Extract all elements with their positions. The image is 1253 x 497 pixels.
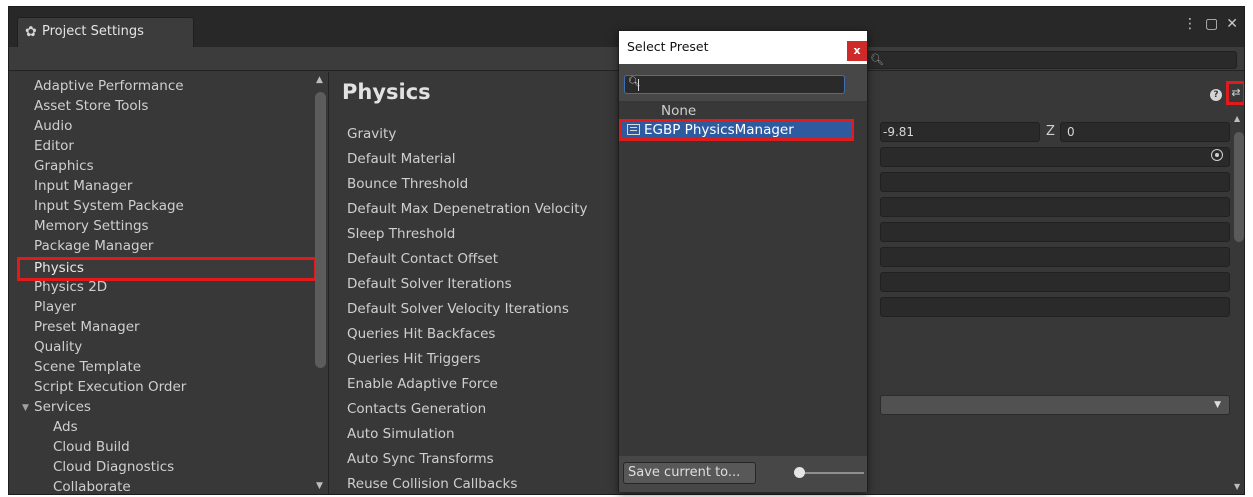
contacts-generation-dropdown[interactable]: ▼ xyxy=(880,395,1230,415)
gravity-y-field[interactable]: -9.81 xyxy=(880,122,1040,142)
property-label: Gravity xyxy=(347,126,397,142)
property-label: Auto Simulation xyxy=(347,426,455,442)
preset-search-input[interactable]: 🔍︎ xyxy=(624,75,845,94)
property-label: Queries Hit Triggers xyxy=(347,351,481,367)
property-label: Default Solver Velocity Iterations xyxy=(347,301,569,317)
icon-size-slider-handle[interactable] xyxy=(794,467,805,478)
settings-sidebar: Adaptive Performance Asset Store Tools A… xyxy=(9,72,329,494)
preset-list: None EGBP PhysicsManager xyxy=(619,101,867,456)
sidebar-item-adaptive-performance[interactable]: Adaptive Performance xyxy=(34,76,184,96)
max-depenetration-velocity-field[interactable] xyxy=(880,197,1230,217)
panel-scrollbar-thumb[interactable] xyxy=(1234,132,1244,242)
property-label: Default Material xyxy=(347,151,456,167)
property-label: Contacts Generation xyxy=(347,401,487,417)
maximize-icon[interactable]: ▢ xyxy=(1205,16,1218,32)
text-caret xyxy=(638,79,639,91)
sidebar-item-physics-2d[interactable]: Physics 2D xyxy=(34,277,107,297)
sidebar-item-quality[interactable]: Quality xyxy=(34,337,82,357)
property-label: Sleep Threshold xyxy=(347,226,456,242)
sidebar-item-physics[interactable]: Physics xyxy=(34,258,84,278)
property-label: Default Solver Iterations xyxy=(347,276,512,292)
sidebar-scrollbar-thumb[interactable] xyxy=(315,92,326,368)
sidebar-item-scene-template[interactable]: Scene Template xyxy=(34,357,141,377)
scroll-up-arrow-icon[interactable]: ▲ xyxy=(1234,114,1240,123)
gear-icon: ✿ xyxy=(25,24,37,40)
sidebar-item-graphics[interactable]: Graphics xyxy=(34,156,94,176)
solver-iterations-field[interactable] xyxy=(880,272,1230,292)
sidebar-item-script-execution-order[interactable]: Script Execution Order xyxy=(34,377,186,397)
help-icon[interactable]: ? xyxy=(1210,89,1222,101)
sidebar-item-services[interactable]: Services xyxy=(34,397,91,417)
scroll-up-arrow-icon[interactable]: ▲ xyxy=(316,75,323,85)
default-contact-offset-field[interactable] xyxy=(880,247,1230,267)
select-preset-popup: Select Preset x 🔍︎ None EGBP PhysicsMana… xyxy=(618,30,868,492)
settings-search-input[interactable]: 🔍︎ xyxy=(867,51,1237,69)
property-label: Queries Hit Backfaces xyxy=(347,326,496,342)
window-menu-icon[interactable]: ⋮ xyxy=(1183,16,1197,32)
sidebar-item-player[interactable]: Player xyxy=(34,297,76,317)
bounce-threshold-field[interactable] xyxy=(880,172,1230,192)
sleep-threshold-field[interactable] xyxy=(880,222,1230,242)
property-label: Auto Sync Transforms xyxy=(347,451,494,467)
sidebar-item-input-manager[interactable]: Input Manager xyxy=(34,176,132,196)
gravity-z-field[interactable]: 0 xyxy=(1060,122,1230,142)
property-label: Default Contact Offset xyxy=(347,251,498,267)
sidebar-item-cloud-diagnostics[interactable]: Cloud Diagnostics xyxy=(53,457,174,477)
expand-arrow-icon[interactable]: ▼ xyxy=(22,403,29,413)
scroll-down-arrow-icon[interactable]: ▼ xyxy=(316,481,323,491)
solver-velocity-iterations-field[interactable] xyxy=(880,297,1230,317)
icon-size-slider-track[interactable] xyxy=(797,472,864,474)
sidebar-item-ads[interactable]: Ads xyxy=(53,417,78,437)
gravity-z-label: Z xyxy=(1046,124,1055,139)
project-settings-tab[interactable]: ✿ Project Settings xyxy=(17,17,194,47)
close-icon[interactable]: ✕ xyxy=(1226,16,1238,32)
preset-item-none[interactable]: None xyxy=(661,103,696,119)
sidebar-item-editor[interactable]: Editor xyxy=(34,136,74,156)
object-picker-icon[interactable] xyxy=(1211,149,1223,161)
chevron-down-icon: ▼ xyxy=(1214,400,1221,410)
search-icon: 🔍︎ xyxy=(870,53,884,66)
tab-title: Project Settings xyxy=(42,24,144,39)
scroll-down-arrow-icon[interactable]: ▼ xyxy=(1234,482,1240,491)
preset-item-label: EGBP PhysicsManager xyxy=(644,122,794,138)
preset-selector-button[interactable]: ⇄ xyxy=(1226,81,1244,105)
popup-footer: Save current to... xyxy=(619,456,867,492)
save-current-button[interactable]: Save current to... xyxy=(623,462,756,484)
popup-title: Select Preset xyxy=(627,39,709,54)
sidebar-item-preset-manager[interactable]: Preset Manager xyxy=(34,317,140,337)
property-label: Reuse Collision Callbacks xyxy=(347,476,518,492)
window-controls: ⋮ ▢ ✕ xyxy=(1183,16,1238,32)
sidebar-item-input-system-package[interactable]: Input System Package xyxy=(34,196,184,216)
preset-asset-icon xyxy=(627,124,640,135)
popup-header: Select Preset x xyxy=(619,31,867,64)
property-label: Bounce Threshold xyxy=(347,176,469,192)
property-label: Default Max Depenetration Velocity xyxy=(347,201,588,217)
sidebar-item-package-manager[interactable]: Package Manager xyxy=(34,236,153,256)
popup-close-button[interactable]: x xyxy=(847,41,867,61)
sidebar-item-memory-settings[interactable]: Memory Settings xyxy=(34,216,149,236)
sidebar-item-cloud-build[interactable]: Cloud Build xyxy=(53,437,130,457)
preset-item-egbp-physicsmanager[interactable]: EGBP PhysicsManager xyxy=(619,119,854,141)
default-material-field[interactable] xyxy=(880,147,1230,167)
sidebar-item-collaborate[interactable]: Collaborate xyxy=(53,477,131,494)
property-label: Enable Adaptive Force xyxy=(347,376,498,392)
sidebar-item-asset-store-tools[interactable]: Asset Store Tools xyxy=(34,96,148,116)
page-title: Physics xyxy=(342,80,431,104)
sidebar-item-audio[interactable]: Audio xyxy=(34,116,72,136)
